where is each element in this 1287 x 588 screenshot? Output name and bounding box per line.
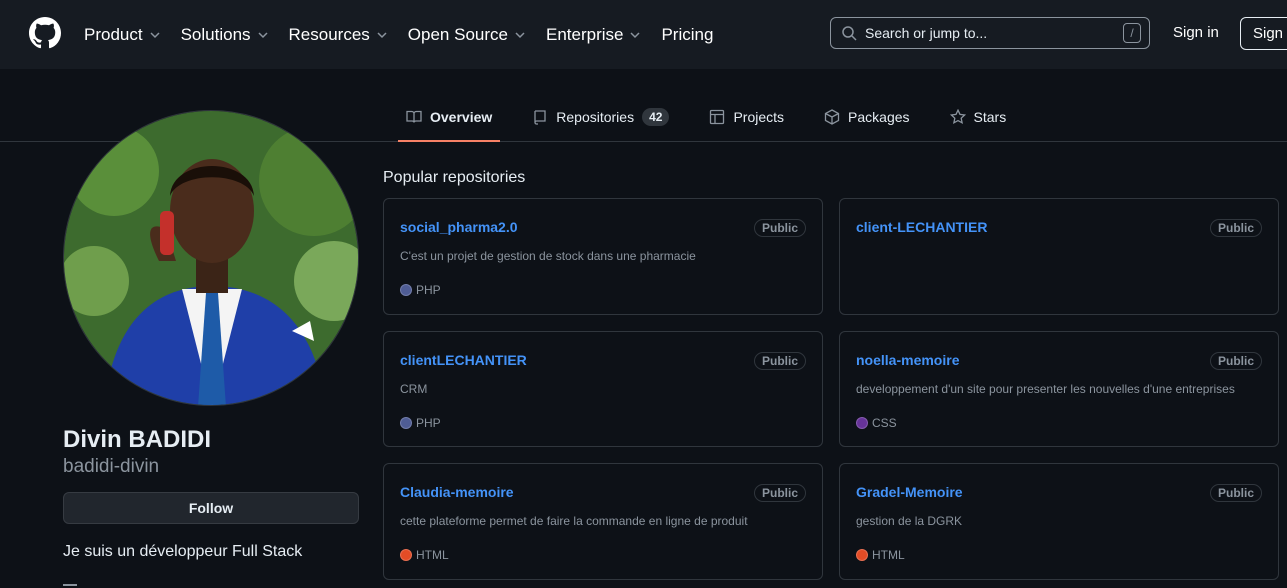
nav-enterprise[interactable]: Enterprise [546, 25, 641, 45]
repo-language: PHP [400, 416, 441, 430]
repo-card: Gradel-Memoire Public gestion de la DGRK… [839, 463, 1279, 580]
tab-projects[interactable]: Projects [701, 93, 792, 141]
profile-name: Divin BADIDI [63, 426, 212, 453]
sign-in-link[interactable]: Sign in [1173, 24, 1219, 41]
repo-description: cette plateforme permet de faire la comm… [400, 514, 748, 528]
tab-label: Projects [733, 109, 785, 125]
repo-description: developpement d'un site pour presenter l… [856, 382, 1235, 396]
chevron-down-icon [515, 31, 525, 38]
repo-link[interactable]: social_pharma2.0 [400, 219, 518, 235]
search-placeholder: Search or jump to... [865, 25, 988, 41]
chevron-down-icon [630, 31, 640, 38]
chevron-down-icon [258, 31, 268, 38]
language-color-dot [856, 417, 868, 429]
nav-label: Open Source [407, 24, 508, 44]
language-color-dot [856, 549, 868, 561]
nav-label: Product [84, 24, 143, 44]
language-label: HTML [416, 548, 449, 562]
repo-description: gestion de la DGRK [856, 514, 963, 528]
language-label: PHP [416, 416, 441, 430]
nav-solutions[interactable]: Solutions [181, 25, 269, 45]
visibility-badge: Public [1209, 484, 1262, 502]
tab-label: Stars [973, 109, 1007, 125]
chevron-down-icon [150, 31, 160, 38]
tab-overview[interactable]: Overview [398, 93, 501, 142]
github-logo-icon[interactable] [29, 17, 61, 49]
avatar [63, 110, 359, 406]
nav-resources[interactable]: Resources [289, 25, 388, 45]
tab-label: Packages [848, 109, 910, 125]
repo-link[interactable]: Claudia-memoire [400, 484, 514, 500]
site-header: Product Solutions Resources Open Source … [0, 0, 1287, 69]
nav-label: Enterprise [545, 24, 624, 44]
visibility-badge: Public [753, 219, 806, 237]
repo-card: noella-memoire Public developpement d'un… [839, 331, 1279, 447]
tab-stars[interactable]: Stars [942, 93, 1015, 141]
visibility-badge: Public [1209, 219, 1262, 237]
profile-bio: Je suis un développeur Full Stack [63, 543, 303, 560]
repo-card: Claudia-memoire Public cette plateforme … [383, 463, 823, 580]
repo-card: clientLECHANTIER Public CRM PHP [383, 331, 823, 447]
avatar-photo [64, 111, 358, 405]
visibility-badge: Public [1209, 352, 1262, 370]
language-label: HTML [872, 548, 905, 562]
book-icon [406, 110, 422, 123]
repo-link[interactable]: noella-memoire [856, 352, 959, 368]
search-icon [842, 26, 857, 41]
nav-label: Resources [288, 24, 370, 44]
package-icon [824, 109, 840, 125]
language-color-dot [400, 549, 412, 561]
follow-button[interactable]: Follow [63, 492, 359, 524]
repo-language: PHP [400, 283, 441, 297]
people-icon [63, 584, 77, 588]
repo-language: HTML [856, 548, 905, 562]
nav-product[interactable]: Product [84, 25, 161, 45]
tab-label: Repositories [556, 109, 635, 125]
repo-card: social_pharma2.0 Public C'est un projet … [383, 198, 823, 315]
chevron-down-icon [377, 31, 387, 38]
repo-language: HTML [400, 548, 449, 562]
visibility-badge: Public [753, 352, 806, 370]
table-icon [710, 109, 725, 125]
search-shortcut-key: / [1123, 23, 1141, 43]
tab-repositories[interactable]: Repositories 42 [524, 93, 677, 141]
repo-description: CRM [400, 382, 428, 396]
language-label: CSS [872, 416, 897, 430]
visibility-badge: Public [753, 484, 806, 502]
main-nav: Product Solutions Resources Open Source … [84, 0, 733, 69]
nav-label: Pricing [661, 24, 714, 44]
repo-card: client-LECHANTIER Public [839, 198, 1279, 315]
profile-tabs: Overview Repositories 42 Projects Packag… [398, 93, 1038, 142]
star-icon [949, 109, 966, 125]
language-color-dot [400, 417, 412, 429]
search-input[interactable]: Search or jump to... / [830, 17, 1150, 49]
nav-open-source[interactable]: Open Source [408, 25, 526, 45]
tab-label: Overview [430, 109, 493, 125]
repo-link[interactable]: clientLECHANTIER [400, 352, 527, 368]
repo-language: CSS [856, 416, 897, 430]
sign-up-button[interactable]: Sign up [1240, 17, 1287, 50]
popular-repos-title: Popular repositories [383, 169, 526, 186]
language-color-dot [400, 284, 412, 296]
repo-link[interactable]: Gradel-Memoire [856, 484, 963, 500]
profile-login: badidi-divin [63, 456, 160, 477]
repo-icon [534, 110, 546, 125]
nav-label: Solutions [180, 24, 251, 44]
language-label: PHP [416, 283, 441, 297]
nav-pricing[interactable]: Pricing [661, 25, 713, 45]
tab-packages[interactable]: Packages [816, 93, 917, 141]
repo-description: C'est un projet de gestion de stock dans… [400, 249, 696, 263]
repo-link[interactable]: client-LECHANTIER [856, 219, 987, 235]
repo-count-badge: 42 [642, 108, 670, 126]
